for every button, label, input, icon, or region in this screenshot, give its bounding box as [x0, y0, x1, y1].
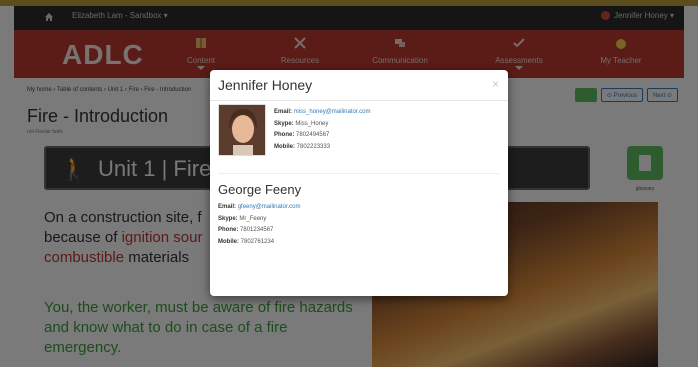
teacher-contact-modal: Jennifer Honey × Email: miss_honey@maili…	[210, 70, 508, 296]
skype-label: Skype:	[218, 215, 238, 222]
teacher-email-link[interactable]: miss_honey@mailinator.com	[294, 109, 371, 115]
contact-divider	[218, 173, 500, 174]
phone-label: Phone:	[218, 227, 239, 233]
second-contact-details: Email: gfeeny@mailinator.com Skype: Mr_F…	[218, 202, 300, 248]
second-contact-phone: 7801234567	[240, 227, 274, 233]
teacher-phone: 7802494567	[296, 132, 330, 138]
close-icon[interactable]: ×	[492, 77, 499, 91]
modal-title: Jennifer Honey	[218, 77, 313, 93]
mobile-label: Mobile:	[218, 238, 239, 245]
phone-label: Phone:	[274, 132, 295, 138]
second-contact-email-link[interactable]: gfeeny@mailinator.com	[238, 204, 301, 210]
email-label: Email:	[274, 109, 293, 115]
second-contact-mobile: 7802761234	[240, 238, 275, 245]
modal-header-divider	[210, 100, 508, 101]
email-label: Email:	[218, 204, 237, 210]
mobile-label: Mobile:	[274, 143, 295, 150]
teacher-mobile: 7802223333	[296, 143, 331, 150]
second-contact-name: George Feeny	[218, 182, 302, 197]
second-contact-skype: Mr_Feeny	[239, 215, 267, 222]
portrait-image	[219, 105, 265, 155]
teacher-photo	[218, 104, 266, 156]
skype-label: Skype:	[274, 120, 294, 127]
teacher-contact-details: Email: miss_honey@mailinator.com Skype: …	[274, 107, 370, 153]
teacher-skype: Miss_Honey	[295, 120, 329, 127]
